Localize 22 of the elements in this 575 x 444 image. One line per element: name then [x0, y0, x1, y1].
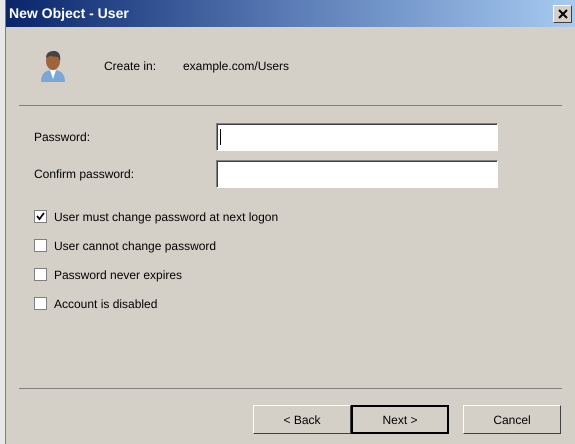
window-title: New Object - User: [9, 4, 129, 23]
checkbox[interactable]: [34, 239, 47, 252]
user-icon: [38, 49, 68, 83]
checkbox[interactable]: [34, 268, 47, 281]
password-field[interactable]: [216, 160, 498, 188]
checkmark-icon: [36, 212, 45, 221]
field-label: Confirm password:: [34, 166, 136, 183]
dialog-button[interactable]: Next >: [351, 405, 449, 434]
dialog-button[interactable]: < Back: [253, 405, 351, 434]
checkbox[interactable]: [34, 210, 47, 223]
create-in-label: Create in:: [104, 58, 158, 75]
dialog-button[interactable]: Cancel: [463, 405, 561, 434]
create-in-path: example.com/Users: [183, 58, 290, 75]
close-icon: [558, 8, 568, 18]
checkbox-option[interactable]: Account is disabled: [34, 297, 575, 310]
checkbox[interactable]: [34, 297, 47, 310]
password-field[interactable]: [216, 123, 498, 151]
field-label: Password:: [34, 129, 92, 146]
close-button[interactable]: [553, 4, 572, 22]
checkbox-option[interactable]: User cannot change password: [34, 239, 575, 252]
checkbox-option[interactable]: Password never expires: [34, 268, 575, 281]
checkbox-option[interactable]: User must change password at next logon: [34, 210, 575, 223]
